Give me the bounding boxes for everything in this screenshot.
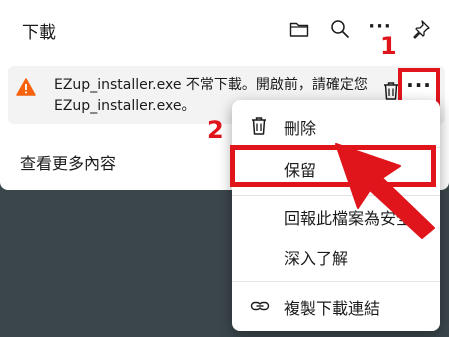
folder-icon xyxy=(289,22,309,37)
menu-item-label: 刪除 xyxy=(284,119,317,138)
pointer-arrow-icon xyxy=(335,143,435,239)
menu-item-label: 複製下載連結 xyxy=(284,299,381,318)
menu-divider xyxy=(232,281,440,282)
search-button[interactable] xyxy=(325,14,355,44)
more-icon: ··· xyxy=(406,73,432,97)
panel-title: 下載 xyxy=(22,23,56,43)
see-more-link[interactable]: 查看更多內容 xyxy=(20,150,116,174)
screen: 下載 ··· EZup_installer.exe 不常下載。開啟前，請確定您 … xyxy=(0,0,449,337)
step-1-label: 1 xyxy=(380,32,397,60)
search-icon xyxy=(331,20,349,38)
link-icon xyxy=(250,301,270,311)
open-folder-button[interactable] xyxy=(284,14,314,44)
trash-icon xyxy=(252,117,266,135)
pin-button[interactable] xyxy=(406,14,436,44)
menu-item-learn-more[interactable]: 深入了解 xyxy=(232,236,440,276)
menu-item-label: 深入了解 xyxy=(284,249,349,268)
pin-icon xyxy=(413,20,430,39)
step-2-label: 2 xyxy=(207,116,224,144)
warning-icon xyxy=(16,78,36,96)
menu-item-copy-link[interactable]: 複製下載連結 xyxy=(232,286,440,326)
download-warning-text: EZup_installer.exe 不常下載。開啟前，請確定您 xyxy=(54,77,368,93)
